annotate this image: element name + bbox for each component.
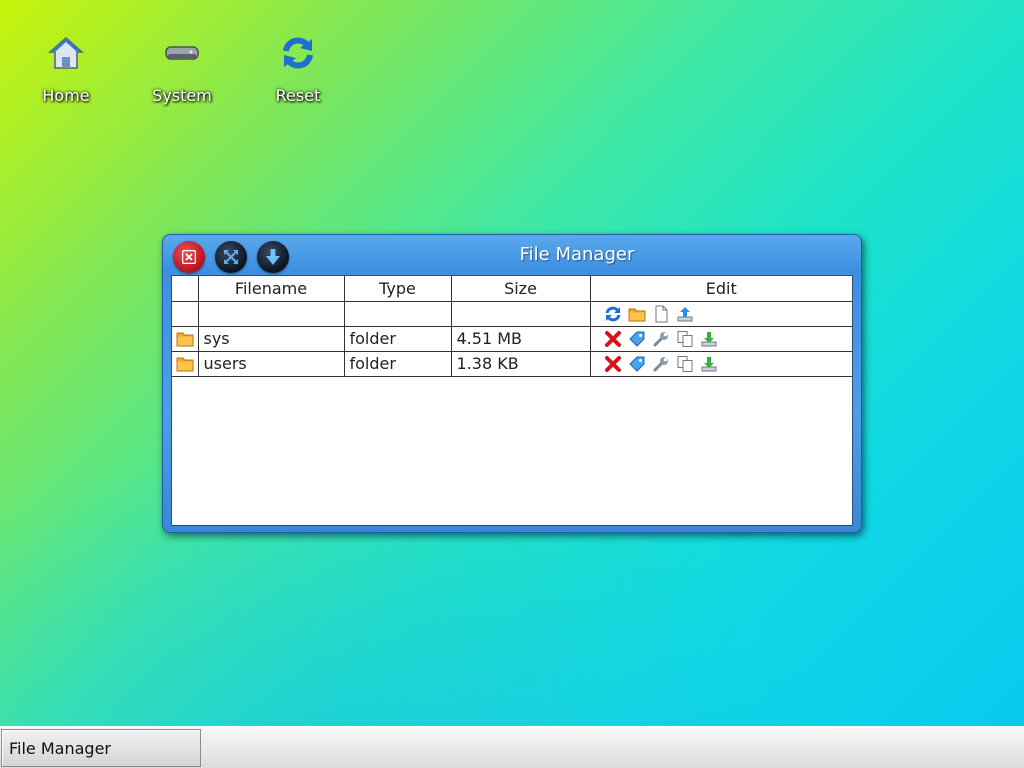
column-header-type[interactable]: Type (343, 276, 452, 302)
type-cell: folder (343, 325, 452, 352)
rename-tag-icon[interactable] (628, 330, 646, 348)
upload-icon[interactable] (676, 305, 694, 323)
row-icon-cell (172, 325, 199, 352)
file-manager-window: File Manager Filename Type Size Edit sys… (162, 234, 862, 533)
empty-cell (343, 300, 452, 327)
size-cell: 4.51 MB (450, 325, 591, 352)
filename-cell[interactable]: users (197, 350, 345, 377)
refresh-icon[interactable] (604, 305, 622, 323)
maximize-icon (224, 250, 238, 264)
download-icon[interactable] (700, 330, 718, 348)
column-header-filename[interactable]: Filename (197, 276, 345, 302)
window-title: File Manager (519, 244, 635, 265)
desktop-icon-reset[interactable]: Reset (253, 34, 343, 105)
properties-wrench-icon[interactable] (652, 330, 670, 348)
delete-icon[interactable] (604, 330, 622, 348)
window-titlebar[interactable]: File Manager (163, 235, 861, 275)
download-icon[interactable] (700, 355, 718, 373)
maximize-button[interactable] (215, 241, 247, 273)
column-header-size[interactable]: Size (450, 276, 591, 302)
folder-icon (176, 332, 194, 346)
column-header-icon (172, 276, 199, 302)
minimize-button[interactable] (257, 241, 289, 273)
desktop-icon-home[interactable]: Home (21, 34, 111, 105)
file-table: Filename Type Size Edit sys folder 4.51 … (172, 276, 852, 377)
home-icon (48, 37, 84, 69)
delete-icon[interactable] (604, 355, 622, 373)
close-button[interactable] (173, 241, 205, 273)
table-header-row: Filename Type Size Edit (172, 276, 852, 302)
taskbar: File Manager (0, 726, 1024, 768)
desktop-icon-label: Home (42, 86, 90, 105)
toolbar-row (172, 300, 852, 327)
rename-tag-icon[interactable] (628, 355, 646, 373)
row-actions (589, 325, 852, 352)
taskbar-button-file-manager[interactable]: File Manager (1, 729, 201, 767)
filename-cell[interactable]: sys (197, 325, 345, 352)
toolbar-actions (589, 300, 852, 327)
column-header-edit: Edit (589, 276, 852, 302)
file-list-panel: Filename Type Size Edit sys folder 4.51 … (171, 275, 853, 526)
minimize-icon (266, 249, 280, 265)
row-icon-cell (172, 350, 199, 377)
refresh-icon (283, 37, 313, 69)
desktop-icon-system[interactable]: System (137, 34, 227, 105)
new-file-icon[interactable] (652, 305, 670, 323)
new-folder-icon[interactable] (628, 305, 646, 323)
copy-icon[interactable] (676, 330, 694, 348)
empty-cell (450, 300, 591, 327)
properties-wrench-icon[interactable] (652, 355, 670, 373)
empty-cell (172, 300, 199, 327)
table-row[interactable]: sys folder 4.51 MB (172, 325, 852, 352)
close-icon (182, 250, 196, 264)
folder-icon (176, 357, 194, 371)
size-cell: 1.38 KB (450, 350, 591, 377)
table-row[interactable]: users folder 1.38 KB (172, 350, 852, 377)
type-cell: folder (343, 350, 452, 377)
hard-drive-icon (165, 46, 199, 60)
empty-cell (197, 300, 345, 327)
desktop-icon-label: Reset (275, 86, 321, 105)
copy-icon[interactable] (676, 355, 694, 373)
row-actions (589, 350, 852, 377)
desktop-icon-label: System (152, 86, 212, 105)
